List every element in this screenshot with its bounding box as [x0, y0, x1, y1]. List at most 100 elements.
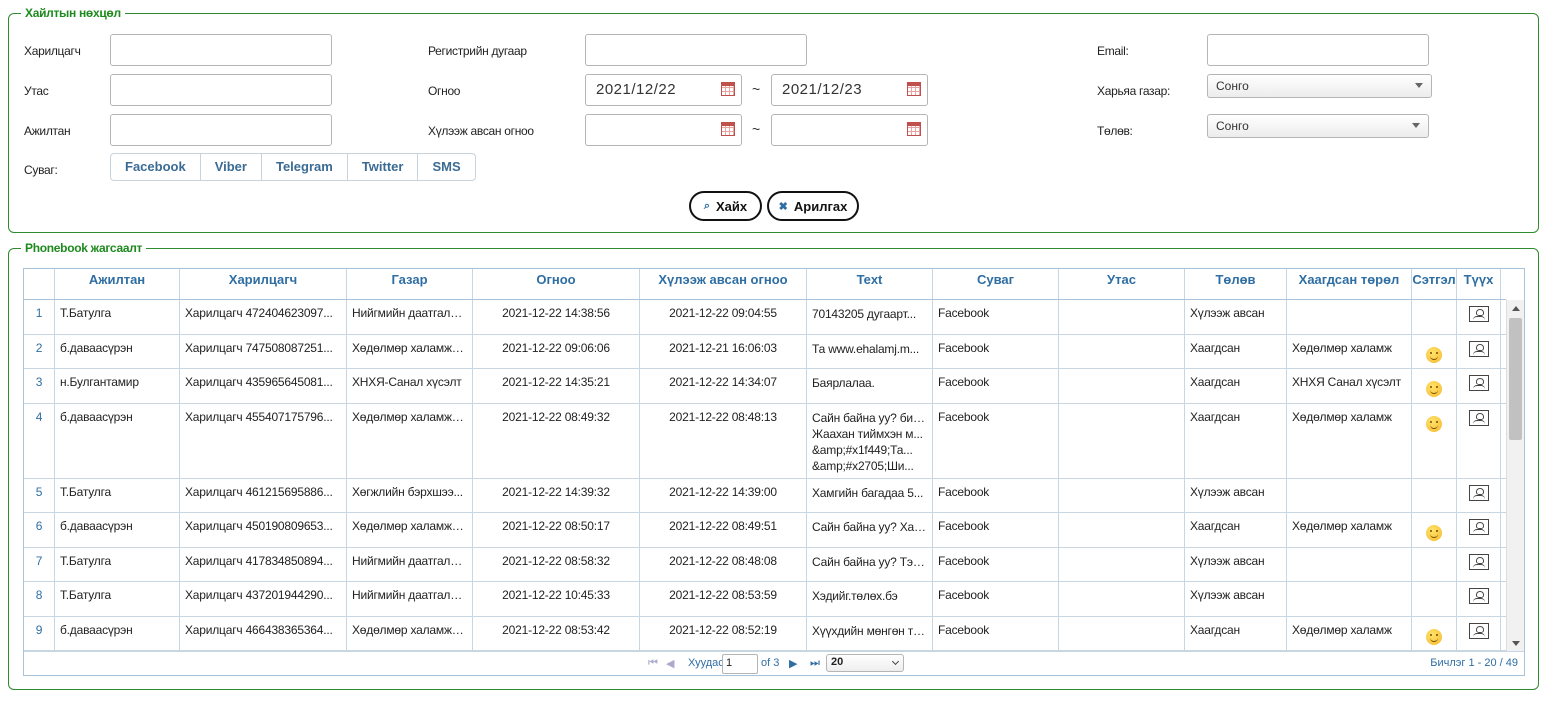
column-header-text[interactable]: Text	[807, 269, 933, 299]
column-header-received-date[interactable]: Хүлээж авсан огноо	[640, 269, 807, 299]
channel-viber-button[interactable]: Viber	[199, 153, 262, 181]
grid-scrollbar[interactable]	[1506, 300, 1524, 652]
date-from-input[interactable]: 2021/12/22	[585, 74, 742, 106]
contact-history-icon[interactable]	[1468, 306, 1489, 322]
channel-facebook-button[interactable]: Facebook	[110, 153, 201, 181]
cell-history[interactable]	[1457, 369, 1501, 403]
cell-employee: б.даваасүрэн	[55, 403, 180, 478]
table-row[interactable]: 2 б.даваасүрэн Харилцагч 747508087251... Хө…	[24, 334, 1506, 369]
cell-history[interactable]	[1457, 547, 1501, 581]
date-range-separator: ~	[752, 81, 761, 97]
cell-history[interactable]	[1457, 300, 1501, 334]
cell-text-line: &amp;#x1f449;Та...	[812, 442, 913, 457]
jurisdiction-select[interactable]: Сонго	[1207, 74, 1432, 98]
contact-history-icon[interactable]	[1468, 375, 1489, 391]
contact-history-icon[interactable]	[1468, 340, 1489, 357]
customer-input[interactable]	[110, 34, 332, 66]
column-header-date[interactable]: Огноо	[473, 269, 640, 299]
table-row[interactable]: 1 Т.Батулга Харилцагч 472404623097... Нийгм…	[24, 300, 1506, 335]
channel-twitter-button[interactable]: Twitter	[346, 153, 419, 181]
row-index: 6	[24, 513, 55, 547]
contact-history-icon[interactable]	[1468, 484, 1489, 501]
column-header-history[interactable]: Түүх	[1457, 269, 1501, 299]
column-header-status[interactable]: Төлөв	[1185, 269, 1287, 299]
channel-sms-button[interactable]: SMS	[417, 153, 476, 181]
prev-page-icon[interactable]: ◀	[666, 657, 674, 670]
row-index: 8	[24, 582, 55, 616]
cell-received-date: 2021-12-22 08:53:59	[640, 582, 807, 616]
cell-received-date: 2021-12-21 16:06:03	[640, 334, 807, 368]
contact-history-icon[interactable]	[1468, 622, 1489, 639]
status-label: Төлөв:	[1097, 124, 1133, 138]
cell-history[interactable]	[1457, 403, 1501, 478]
next-page-icon[interactable]: ▶	[789, 657, 797, 670]
page-size-select[interactable]: 20	[826, 654, 904, 672]
phone-input[interactable]	[110, 74, 332, 106]
column-header-phone[interactable]: Утас	[1059, 269, 1185, 299]
table-row[interactable]: 6 б.даваасүрэн Харилцагч 450190809653... Хө…	[24, 513, 1506, 548]
scroll-up-icon[interactable]	[1512, 306, 1520, 311]
close-icon: ✖	[778, 200, 788, 213]
table-row[interactable]: 8 Т.Батулга Харилцагч 437201944290... Нийгм…	[24, 582, 1506, 617]
last-page-icon[interactable]: ⏭	[810, 657, 820, 670]
cell-date: 2021-12-22 08:53:42	[473, 616, 640, 650]
cell-history[interactable]	[1457, 616, 1501, 650]
cell-place: ХНХЯ-Санал хүсэлт	[347, 369, 473, 403]
scroll-thumb[interactable]	[1509, 318, 1522, 440]
column-header-employee[interactable]: Ажилтан	[55, 269, 180, 299]
cell-status: Хаагдсан	[1185, 334, 1287, 368]
cell-mood	[1412, 582, 1457, 616]
cell-text: 70143205 дугаарт...	[807, 300, 933, 334]
register-input[interactable]	[585, 34, 807, 66]
table-row[interactable]: 7 Т.Батулга Харилцагч 417834850894... Нийгм…	[24, 547, 1506, 582]
cell-employee: Т.Батулга	[55, 547, 180, 581]
received-to-input[interactable]	[771, 114, 928, 146]
clear-button[interactable]: ✖ Арилгах	[767, 191, 859, 221]
calendar-icon[interactable]	[907, 82, 921, 96]
cell-history[interactable]	[1457, 582, 1501, 616]
column-header-closed-type[interactable]: Хаагдсан төрөл	[1287, 269, 1412, 299]
cell-date: 2021-12-22 14:38:56	[473, 300, 640, 334]
first-page-icon[interactable]: ⏮	[648, 657, 658, 670]
cell-text: Сайн байна уу? Хал...	[807, 513, 933, 547]
page-count-label: of 3	[761, 657, 780, 669]
email-input[interactable]	[1207, 34, 1429, 66]
table-row[interactable]: 5 Т.Батулга Харилцагч 461215695886... Хөгжл…	[24, 478, 1506, 513]
cell-place: Нийгмийн даатгалы...	[347, 547, 473, 581]
contact-history-icon[interactable]	[1468, 553, 1489, 570]
table-row[interactable]: 9 б.даваасүрэн Харилцагч 466438365364... Хө…	[24, 616, 1506, 651]
column-header-customer[interactable]: Харилцагч	[180, 269, 347, 299]
row-index: 4	[24, 403, 55, 478]
column-header-mood[interactable]: Сэтгэл	[1412, 269, 1457, 299]
calendar-icon[interactable]	[721, 82, 735, 96]
contact-history-icon[interactable]	[1468, 588, 1489, 604]
cell-mood	[1412, 300, 1457, 334]
cell-date: 2021-12-22 14:35:21	[473, 369, 640, 403]
search-button[interactable]: ⌕ Хайх	[689, 191, 762, 221]
cell-phone	[1059, 300, 1185, 334]
calendar-icon[interactable]	[907, 122, 921, 136]
cell-history[interactable]	[1457, 513, 1501, 547]
calendar-icon[interactable]	[721, 122, 735, 136]
date-to-input[interactable]: 2021/12/23	[771, 74, 928, 106]
received-from-input[interactable]	[585, 114, 742, 146]
cell-customer: Харилцагч 472404623097...	[180, 300, 347, 334]
table-row[interactable]: 4 б.даваасүрэн Харилцагч 455407175796... Хө…	[24, 403, 1506, 479]
cell-date: 2021-12-22 08:49:32	[473, 403, 640, 478]
employee-input[interactable]	[110, 114, 332, 146]
channel-telegram-button[interactable]: Telegram	[260, 153, 348, 181]
table-row[interactable]: 3 н.Булгантамир Харилцагч 435965645081... Х…	[24, 369, 1506, 404]
cell-place: Хөдөлмөр халамжи...	[347, 334, 473, 368]
search-panel-legend: Хайлтын нөхцөл	[21, 6, 125, 20]
cell-history[interactable]	[1457, 478, 1501, 512]
contact-history-icon[interactable]	[1468, 409, 1489, 426]
status-select[interactable]: Сонго	[1207, 114, 1429, 138]
column-header-channel[interactable]: Суваг	[933, 269, 1059, 299]
cell-history[interactable]	[1457, 334, 1501, 368]
scroll-down-icon[interactable]	[1512, 641, 1520, 646]
contact-history-icon[interactable]	[1468, 519, 1489, 535]
cell-place: Хөдөлмөр халамжи...	[347, 513, 473, 547]
cell-status: Хаагдсан	[1185, 403, 1287, 478]
page-number-input[interactable]: 1	[722, 654, 758, 674]
column-header-place[interactable]: Газар	[347, 269, 473, 299]
